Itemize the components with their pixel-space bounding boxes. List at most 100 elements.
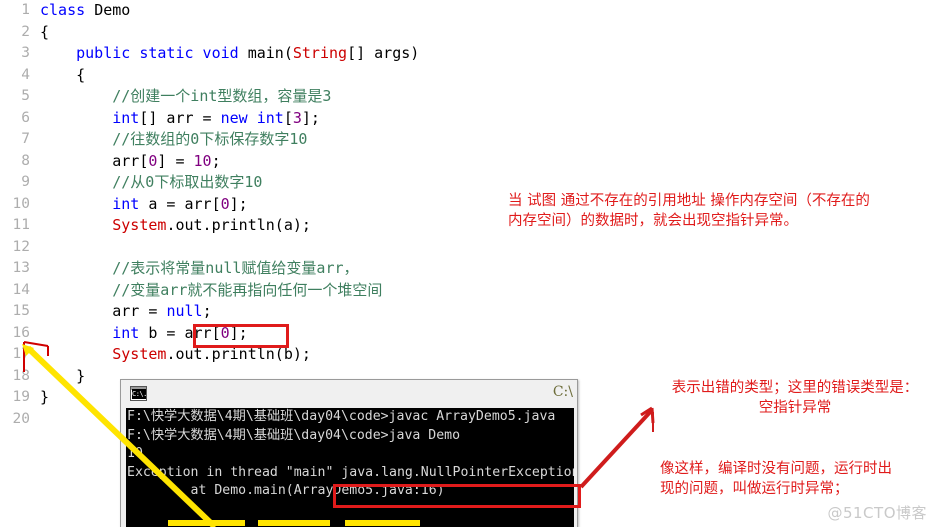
console-output[interactable]: F:\快学大数据\4期\基础班\day04\code>javac ArrayDe…: [126, 408, 574, 527]
line-number: 10: [12, 195, 30, 212]
code-text: arr[0] = 10;: [40, 151, 221, 173]
code-text: System.out.println(b);: [40, 344, 311, 366]
code-token: [] arr =: [139, 108, 221, 127]
code-line[interactable]: 4 {: [0, 65, 560, 87]
code-text: int b = arr[0];: [40, 323, 248, 345]
line-number: 17: [12, 346, 30, 362]
console-titlebar[interactable]: C:\: [121, 380, 577, 406]
watermark: @51CTO博客: [827, 504, 927, 522]
code-token: int: [112, 323, 140, 342]
code-token: ;: [202, 302, 212, 320]
line-number: 7: [21, 131, 30, 147]
code-line[interactable]: 5 //创建一个int型数组，容量是3: [0, 86, 560, 108]
code-token: String: [292, 44, 348, 62]
code-token: int: [112, 194, 140, 213]
code-text: }: [40, 387, 49, 409]
code-token: //从0下标取出数字10: [112, 173, 263, 191]
code-text: {: [40, 22, 49, 44]
code-text: //往数组的0下标保存数字10: [40, 129, 307, 151]
code-line[interactable]: 6 int[] arr = new int[3];: [0, 108, 560, 130]
code-token: 10: [193, 151, 212, 170]
code-token: a = arr[: [139, 194, 221, 213]
code-line[interactable]: 1 class Demo: [0, 0, 560, 22]
code-text: arr = null;: [40, 301, 212, 323]
code-token: 0: [220, 323, 230, 342]
line-number: 5: [21, 88, 30, 104]
code-text: int a = arr[0];: [40, 194, 247, 216]
code-line[interactable]: 13 //表示将常量null赋值给变量arr，: [0, 258, 560, 280]
code-line[interactable]: 17 System.out.println(b);: [0, 344, 560, 366]
code-token: class: [40, 1, 95, 19]
code-line[interactable]: 14 //变量arr就不能再指向任何一个堆空间: [0, 280, 560, 302]
console-window[interactable]: C:\ F:\快学大数据\4期\基础班\day04\code>javac Arr…: [120, 379, 578, 527]
line-number: 6: [21, 109, 30, 126]
code-token: //往数组的0下标保存数字10: [112, 130, 308, 148]
code-token: b = arr[: [139, 323, 221, 342]
code-token: [: [283, 108, 293, 127]
code-line[interactable]: 12: [0, 237, 560, 259]
code-line[interactable]: 15 arr = null;: [0, 301, 560, 323]
line-number: 12: [12, 238, 30, 255]
line-number: 11: [12, 217, 30, 233]
code-text: class Demo: [40, 0, 130, 22]
code-token: }: [40, 388, 50, 406]
code-token: null: [166, 302, 203, 320]
code-line[interactable]: 2{: [0, 22, 560, 44]
code-token: 0: [220, 194, 230, 213]
code-token: System: [112, 345, 167, 363]
console-line: F:\快学大数据\4期\基础班\day04\code>java Demo: [127, 427, 461, 443]
code-token: main(: [247, 44, 293, 62]
code-token: ;: [211, 151, 221, 170]
console-line: at Demo.main(ArrayDemo5.java:16): [127, 483, 445, 498]
code-line[interactable]: 3 public static void main(String[] args): [0, 43, 560, 65]
code-line[interactable]: 7 //往数组的0下标保存数字10: [0, 129, 560, 151]
console-line: Exception in thread "main" java.lang.Nul…: [127, 464, 574, 480]
code-text: //表示将常量null赋值给变量arr，: [40, 258, 358, 280]
code-text: //变量arr就不能再指向任何一个堆空间: [40, 280, 382, 302]
code-token: ] =: [157, 151, 194, 170]
code-token: ];: [301, 108, 320, 127]
code-line[interactable]: 8 arr[0] = 10;: [0, 151, 560, 173]
console-line: 10: [127, 446, 143, 461]
code-token: new int: [220, 108, 284, 127]
code-text: //从0下标取出数字10: [40, 172, 262, 194]
code-text: int[] arr = new int[3];: [40, 108, 320, 130]
code-token: .out.println(a);: [166, 216, 311, 234]
code-token: .out.println(b);: [166, 345, 311, 363]
code-token: {: [40, 65, 86, 84]
console-line: F:\快学大数据\4期\基础班\day04\code>javac ArrayDe…: [127, 409, 556, 424]
cmd-icon: [130, 385, 147, 401]
code-line[interactable]: 11 System.out.println(a);: [0, 215, 560, 237]
line-number: 2: [21, 23, 30, 40]
code-text: {: [40, 65, 85, 87]
line-number: 1: [21, 2, 30, 18]
code-line[interactable]: 16 int b = arr[0];: [0, 323, 560, 345]
line-number: 3: [21, 45, 30, 61]
annotation-runtime-exception: 像这样，编译时没有问题，运行时出 现的问题，叫做运行时异常；: [660, 461, 892, 497]
code-token: {: [40, 22, 50, 41]
code-token: int: [112, 108, 140, 127]
code-line[interactable]: 10 int a = arr[0];: [0, 194, 560, 216]
code-text: System.out.println(a);: [40, 215, 311, 237]
code-token: arr =: [40, 302, 167, 320]
code-token: //变量arr就不能再指向任何一个堆空间: [112, 280, 383, 299]
code-text: //创建一个int型数组，容量是3: [40, 86, 331, 108]
code-line[interactable]: 9 //从0下标取出数字10: [0, 172, 560, 194]
code-token: System: [112, 216, 167, 234]
code-text: public static void main(String[] args): [40, 43, 419, 65]
code-token: arr[: [40, 151, 149, 170]
console-title: C:\: [552, 384, 573, 400]
code-token: ];: [229, 323, 248, 342]
line-number: 20: [12, 410, 30, 427]
code-token: //创建一个int型数组，容量是3: [112, 87, 332, 105]
code-token: public static void: [76, 44, 248, 62]
